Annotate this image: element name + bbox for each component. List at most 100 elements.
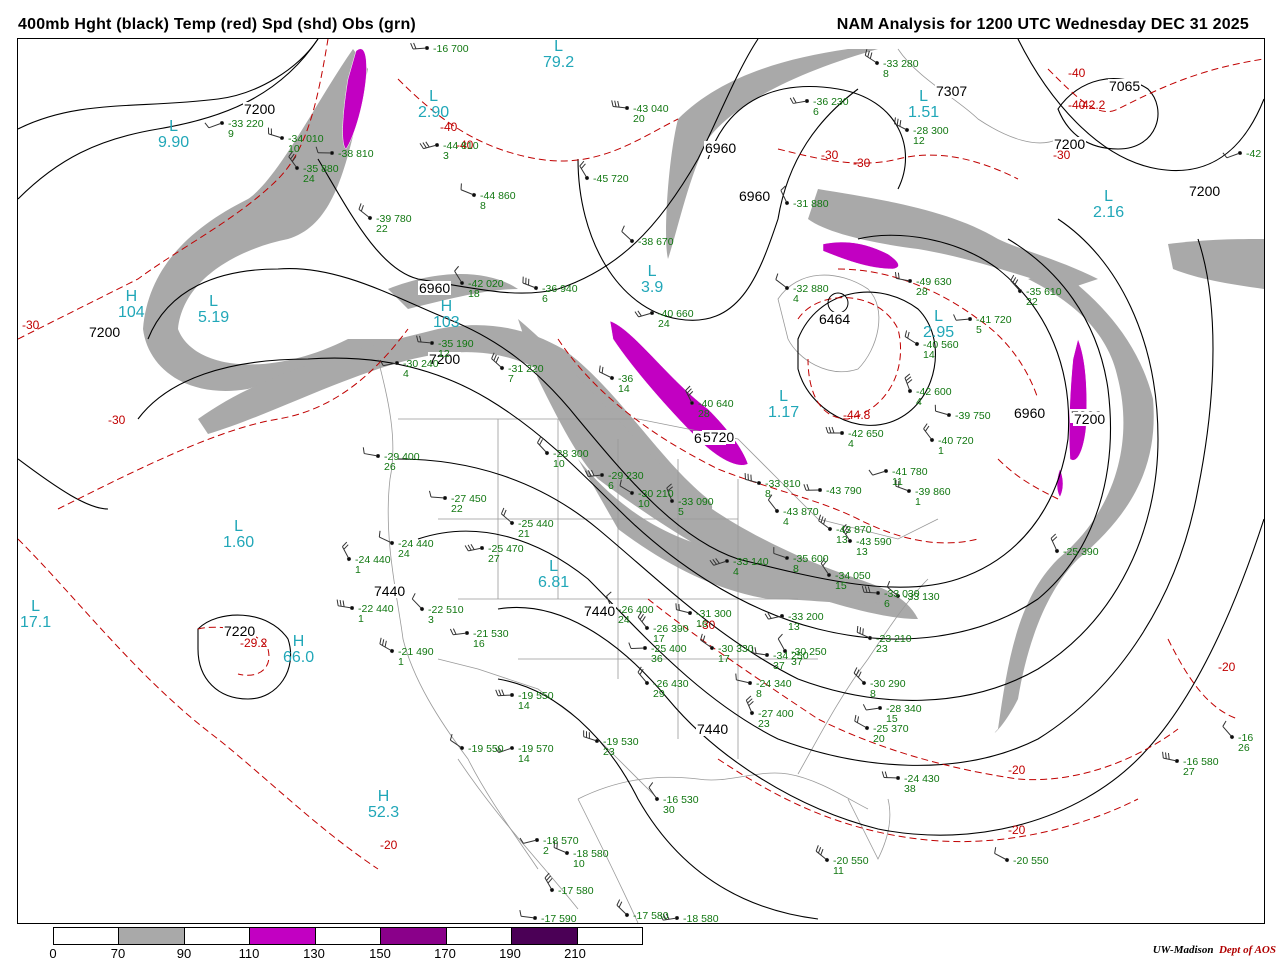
credit-line: UW-Madison Dept of AOS bbox=[1153, 944, 1276, 956]
wind-barb bbox=[611, 100, 629, 109]
station-observation: -36 2306 bbox=[813, 97, 849, 117]
station-observation: -35 19012 bbox=[438, 339, 474, 359]
station-observation: -17 580 bbox=[558, 886, 594, 896]
station-observation: -28 30010 bbox=[553, 449, 589, 469]
wind-barb bbox=[852, 715, 871, 730]
station-observation: -36 9406 bbox=[542, 284, 578, 304]
wind-barb bbox=[619, 226, 637, 243]
gulf-coastline bbox=[578, 773, 868, 809]
height-label: 6960 bbox=[418, 281, 451, 295]
station-observation: -18 580 bbox=[683, 914, 719, 924]
jet-core-atlantic bbox=[1069, 339, 1087, 460]
colorbar-segment bbox=[380, 928, 445, 944]
station-observation: -29 40026 bbox=[384, 452, 420, 472]
wind-barb bbox=[1161, 752, 1180, 763]
station-observation: -34 01010 bbox=[288, 134, 324, 154]
station-observation: -24 3408 bbox=[756, 679, 792, 699]
jet-core-hudson bbox=[823, 242, 898, 269]
station-observation: -40 7201 bbox=[938, 436, 974, 456]
pressure-center-label: H103 bbox=[433, 299, 460, 331]
station-observation: -30 2404 bbox=[403, 359, 439, 379]
station-observation: -43 8704 bbox=[783, 507, 819, 527]
station-observation: -25 390 bbox=[1063, 547, 1099, 557]
temp-label: -29.2 bbox=[240, 637, 267, 649]
station-observation: -44 8608 bbox=[480, 191, 516, 211]
wind-barb bbox=[356, 203, 374, 220]
jet-shade-east-arc bbox=[995, 269, 1154, 733]
temp-label: -42.2 bbox=[1078, 99, 1105, 111]
station-observation: -30 2908 bbox=[870, 679, 906, 699]
colorbar-segment bbox=[184, 928, 249, 944]
station-observation: -41 7205 bbox=[976, 315, 1012, 335]
station-observation: -16 700 bbox=[433, 44, 469, 54]
station-observation: -38 670 bbox=[638, 237, 674, 247]
station-observation: -27 45022 bbox=[451, 494, 487, 514]
station-observation: -21 53016 bbox=[473, 629, 509, 649]
wind-barb bbox=[636, 667, 653, 685]
temp-contour-8 bbox=[718, 759, 1138, 842]
wind-barb bbox=[779, 186, 793, 205]
wind-barb bbox=[629, 642, 647, 650]
station-observation: -22 5103 bbox=[428, 605, 464, 625]
station-observation: -42 02018 bbox=[468, 279, 504, 299]
station-observation: -30 33017 bbox=[718, 644, 754, 664]
colorbar-segment bbox=[446, 928, 511, 944]
station-observation: -42 520 bbox=[1246, 149, 1265, 159]
wind-barb bbox=[790, 95, 809, 105]
wind-barb bbox=[496, 689, 514, 697]
station-observation: -33 2209 bbox=[228, 119, 264, 139]
height-label: 6960 bbox=[1013, 406, 1046, 420]
credit-name: UW-Madison bbox=[1153, 944, 1214, 956]
colorbar-tick-label: 0 bbox=[49, 946, 56, 961]
pressure-center-label: L5.19 bbox=[198, 294, 229, 326]
station-observation: -35 88024 bbox=[303, 164, 339, 184]
pressure-center-label: L1.60 bbox=[223, 519, 254, 551]
jet-shade-quebec bbox=[808, 189, 1098, 289]
station-observation: -24 4401 bbox=[355, 555, 391, 575]
station-observation: -25 40036 bbox=[651, 644, 687, 664]
wind-barb bbox=[1008, 275, 1025, 293]
station-observation: -33 130 bbox=[904, 592, 940, 602]
colorbar-tick-label: 150 bbox=[369, 946, 391, 961]
pressure-center-label: L17.1 bbox=[20, 599, 51, 631]
pressure-center-label: H66.0 bbox=[283, 634, 314, 666]
station-observation: -27 40023 bbox=[758, 709, 794, 729]
station-observation: -25 44021 bbox=[518, 519, 554, 539]
wind-barb bbox=[521, 277, 540, 290]
station-observation: -26 40024 bbox=[618, 605, 654, 625]
wind-barb bbox=[1049, 534, 1063, 553]
station-observation: -16 58027 bbox=[1183, 757, 1219, 777]
station-observation: -49 63028 bbox=[916, 277, 952, 297]
station-observation: -25 47027 bbox=[488, 544, 524, 564]
wind-barb bbox=[519, 910, 537, 920]
station-observation: -39 750 bbox=[955, 411, 991, 421]
wind-barb bbox=[734, 674, 753, 685]
wind-barb bbox=[377, 531, 396, 545]
station-observation: -35 6008 bbox=[793, 554, 829, 574]
station-observation: -33 2808 bbox=[883, 59, 919, 79]
colorbar-segment bbox=[511, 928, 576, 944]
station-observation: -39 8601 bbox=[915, 487, 951, 507]
colorbar-tick-label: 130 bbox=[303, 946, 325, 961]
wind-barb bbox=[535, 437, 552, 455]
colorbar-tick-label: 210 bbox=[564, 946, 586, 961]
temp-contour-4 bbox=[18, 539, 378, 869]
pressure-center-label: L3.9 bbox=[641, 264, 663, 296]
station-observation: -22 4401 bbox=[358, 604, 394, 624]
map-title-right: NAM Analysis for 1200 UTC Wednesday DEC … bbox=[837, 16, 1249, 34]
height-contour-2 bbox=[18, 39, 758, 293]
wind-barb bbox=[869, 465, 888, 477]
station-observation: -43 790 bbox=[826, 486, 862, 496]
station-observation: -32 8804 bbox=[793, 284, 829, 304]
colorbar-tick-label: 190 bbox=[499, 946, 521, 961]
station-observation: -19 57014 bbox=[518, 744, 554, 764]
wind-barb bbox=[814, 845, 832, 862]
station-observation: -34 05015 bbox=[835, 571, 871, 591]
station-observation: -19 53023 bbox=[603, 737, 639, 757]
height-label: 7065 bbox=[1108, 79, 1141, 93]
temp-contour-10 bbox=[778, 149, 1018, 179]
wind-barb bbox=[362, 447, 381, 457]
wind-barb bbox=[903, 330, 922, 346]
pressure-center-label: H52.3 bbox=[368, 789, 399, 821]
colorbar-tick-label: 170 bbox=[434, 946, 456, 961]
